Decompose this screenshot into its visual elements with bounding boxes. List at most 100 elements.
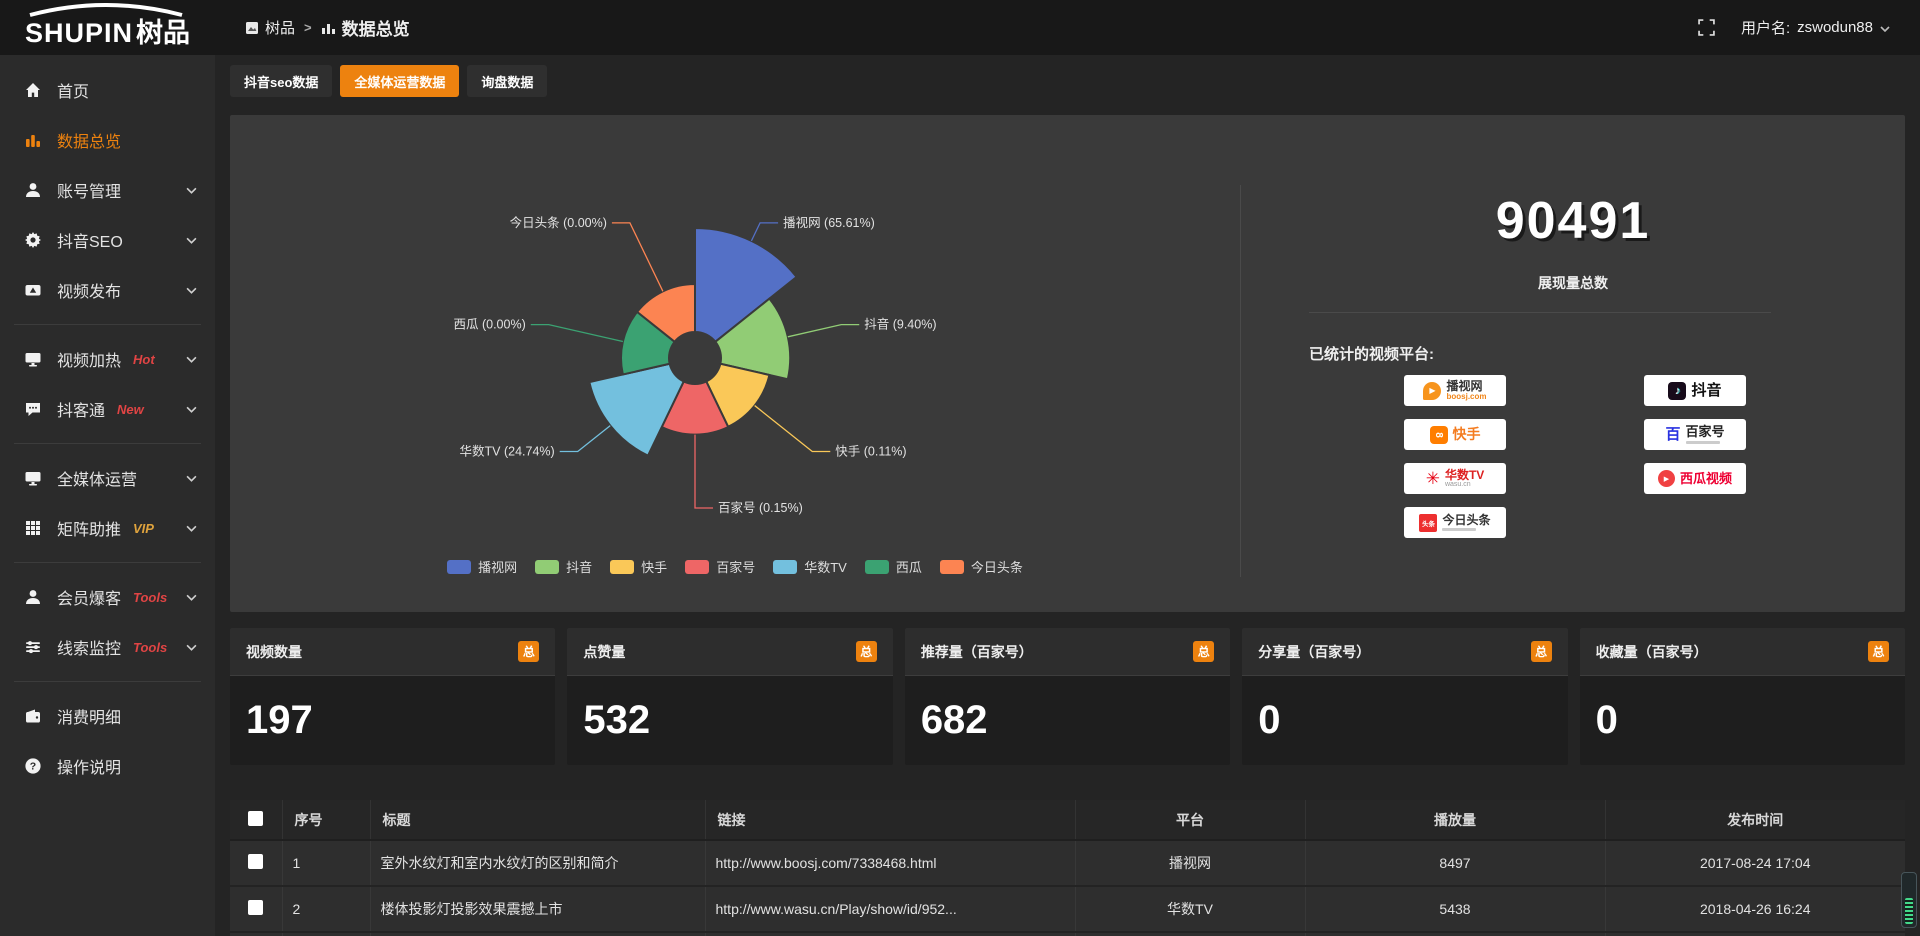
chevron-down-icon xyxy=(186,356,197,363)
row-checkbox[interactable] xyxy=(248,854,263,869)
legend-swatch xyxy=(535,560,559,574)
scrollbar[interactable] xyxy=(1901,872,1917,928)
platform-badge-华数TV: ✳华数TVwasu.cn xyxy=(1404,463,1506,494)
fullscreen-icon[interactable] xyxy=(1698,19,1715,36)
sidebar-item-5[interactable]: 视频发布 xyxy=(0,265,215,315)
legend-label: 西瓜 xyxy=(896,557,922,576)
member-icon xyxy=(24,588,42,606)
legend-swatch xyxy=(865,560,889,574)
sidebar-item-label: 线索监控 xyxy=(57,635,121,659)
breadcrumb-current[interactable]: 数据总览 xyxy=(321,15,410,40)
scrollbar-handle[interactable] xyxy=(1905,898,1913,924)
breadcrumb-root-label: 树品 xyxy=(265,17,295,38)
stat-card-title: 点赞量 xyxy=(583,642,625,662)
table-header-select xyxy=(230,800,282,840)
grid-icon xyxy=(24,519,42,537)
stat-card-value: 682 xyxy=(905,676,1230,764)
legend-item-百家号[interactable]: 百家号 xyxy=(685,557,755,576)
chevron-down-icon xyxy=(186,287,197,294)
pie-label-line xyxy=(560,426,611,452)
chevron-down-icon xyxy=(186,237,197,244)
chevron-down-icon xyxy=(186,644,197,651)
sidebar-item-label: 视频发布 xyxy=(57,278,121,302)
stat-card-4: 分享量（百家号）总0 xyxy=(1242,628,1567,765)
table-header-6: 发布时间 xyxy=(1605,800,1905,840)
cell-link[interactable]: http://www.boosj.com/7338468.html xyxy=(705,840,1075,886)
tab-1[interactable]: 抖音seo数据 xyxy=(230,65,332,97)
legend-item-今日头条[interactable]: 今日头条 xyxy=(940,557,1023,576)
sidebar-item-tag: Tools xyxy=(133,640,167,655)
stat-card-total-badge[interactable]: 总 xyxy=(1531,641,1552,662)
sidebar-item-6[interactable]: 视频加热Hot xyxy=(0,334,215,384)
platform-badges-column-2: ♪抖音百百家号▶西瓜视频 xyxy=(1644,375,1746,494)
legend-swatch xyxy=(773,560,797,574)
platform-name: 抖音 xyxy=(1691,383,1721,399)
sidebar-item-label: 数据总览 xyxy=(57,128,121,152)
sidebar-item-13[interactable]: ?操作说明 xyxy=(0,741,215,791)
sidebar-item-3[interactable]: 账号管理 xyxy=(0,165,215,215)
cell-link[interactable]: http://www.wasu.cn/Play/show/id/952... xyxy=(705,886,1075,932)
stat-card-5: 收藏量（百家号）总0 xyxy=(1580,628,1905,765)
sidebar-item-9[interactable]: 矩阵助推VIP xyxy=(0,503,215,553)
sidebar-item-4[interactable]: 抖音SEO xyxy=(0,215,215,265)
breadcrumb-root[interactable]: 树品 xyxy=(245,17,295,38)
sidebar-item-11[interactable]: 线索监控 Tools xyxy=(0,622,215,672)
sidebar-item-label: 账号管理 xyxy=(57,178,121,202)
user-menu[interactable]: 用户名: zswodun88 xyxy=(1741,17,1890,38)
platform-tagline xyxy=(1686,441,1720,444)
tab-3[interactable]: 询盘数据 xyxy=(467,65,547,97)
pie-label-快手: 快手 (0.11%) xyxy=(835,445,906,459)
pie-label-今日头条: 今日头条 (0.00%) xyxy=(510,215,607,230)
sidebar-item-1[interactable]: 首页 xyxy=(0,65,215,115)
sidebar-item-7[interactable]: 抖客通New xyxy=(0,384,215,434)
topbar-right: 用户名: zswodun88 xyxy=(1698,17,1920,38)
wasu-logo-icon: ✳ xyxy=(1426,470,1440,487)
pie-label-line xyxy=(612,223,663,291)
chevron-down-icon xyxy=(186,475,197,482)
legend-label: 播视网 xyxy=(478,557,517,576)
legend-item-播视网[interactable]: 播视网 xyxy=(447,557,517,576)
sidebar-item-8[interactable]: 全媒体运营 xyxy=(0,453,215,503)
chevron-down-icon xyxy=(186,594,197,601)
breadcrumb: 树品 > 数据总览 xyxy=(245,15,410,40)
sidebar-item-2[interactable]: 数据总览 xyxy=(0,115,215,165)
sidebar-item-tag: VIP xyxy=(133,521,154,536)
stat-card-value: 532 xyxy=(567,676,892,764)
chevron-down-icon xyxy=(1880,26,1890,32)
stat-card-total-badge[interactable]: 总 xyxy=(856,641,877,662)
stat-card-header: 收藏量（百家号）总 xyxy=(1580,628,1905,676)
sidebar-item-label: 视频加热 xyxy=(57,347,121,371)
platform-badge-快手: 8快手 xyxy=(1404,419,1506,450)
main-content: 抖音seo数据全媒体运营数据询盘数据 播视网 (65.61%)抖音 (9.40%… xyxy=(215,55,1920,936)
cell-title[interactable]: 室外水纹灯和室内水纹灯的区别和简介 xyxy=(370,840,705,886)
sidebar-item-12[interactable]: 消费明细 xyxy=(0,691,215,741)
cell-title[interactable]: 楼体投影灯投影效果震撼上市 xyxy=(370,886,705,932)
tab-2[interactable]: 全媒体运营数据 xyxy=(340,65,459,97)
sidebar-item-tag: New xyxy=(117,402,144,417)
home-icon xyxy=(24,81,42,99)
legend-item-抖音[interactable]: 抖音 xyxy=(535,557,592,576)
platform-badge-百家号: 百百家号 xyxy=(1644,419,1746,450)
legend-item-快手[interactable]: 快手 xyxy=(610,557,667,576)
stat-card-title: 分享量（百家号） xyxy=(1258,642,1370,662)
pie-slice-华数TV[interactable] xyxy=(589,364,683,456)
sidebar-item-label: 操作说明 xyxy=(57,754,121,778)
stat-cards-row: 视频数量总197点赞量总532推荐量（百家号）总682分享量（百家号）总0收藏量… xyxy=(230,628,1905,765)
stat-card-total-badge[interactable]: 总 xyxy=(1868,641,1889,662)
sidebar-item-label: 全媒体运营 xyxy=(57,466,137,490)
stat-card-total-badge[interactable]: 总 xyxy=(1193,641,1214,662)
legend-swatch xyxy=(685,560,709,574)
sidebar-item-label: 会员爆客 xyxy=(57,585,121,609)
stat-card-total-badge[interactable]: 总 xyxy=(518,641,539,662)
legend-item-西瓜[interactable]: 西瓜 xyxy=(865,557,922,576)
app-logo[interactable]: SHUPIN 树品 xyxy=(0,0,215,55)
legend-swatch xyxy=(447,560,471,574)
platform-name: 快手 xyxy=(1453,427,1481,442)
platform-badges-column-1: ▶播视网boosj.com8快手✳华数TVwasu.cn头条今日头条 xyxy=(1404,375,1506,538)
table-row-1: 1室外水纹灯和室内水纹灯的区别和简介http://www.boosj.com/7… xyxy=(230,840,1905,886)
baijiahao-logo-icon: 百 xyxy=(1665,427,1680,442)
row-checkbox[interactable] xyxy=(248,900,263,915)
legend-item-华数TV[interactable]: 华数TV xyxy=(773,557,847,576)
sidebar-item-10[interactable]: 会员爆客Tools xyxy=(0,572,215,622)
select-all-checkbox[interactable] xyxy=(248,811,263,826)
